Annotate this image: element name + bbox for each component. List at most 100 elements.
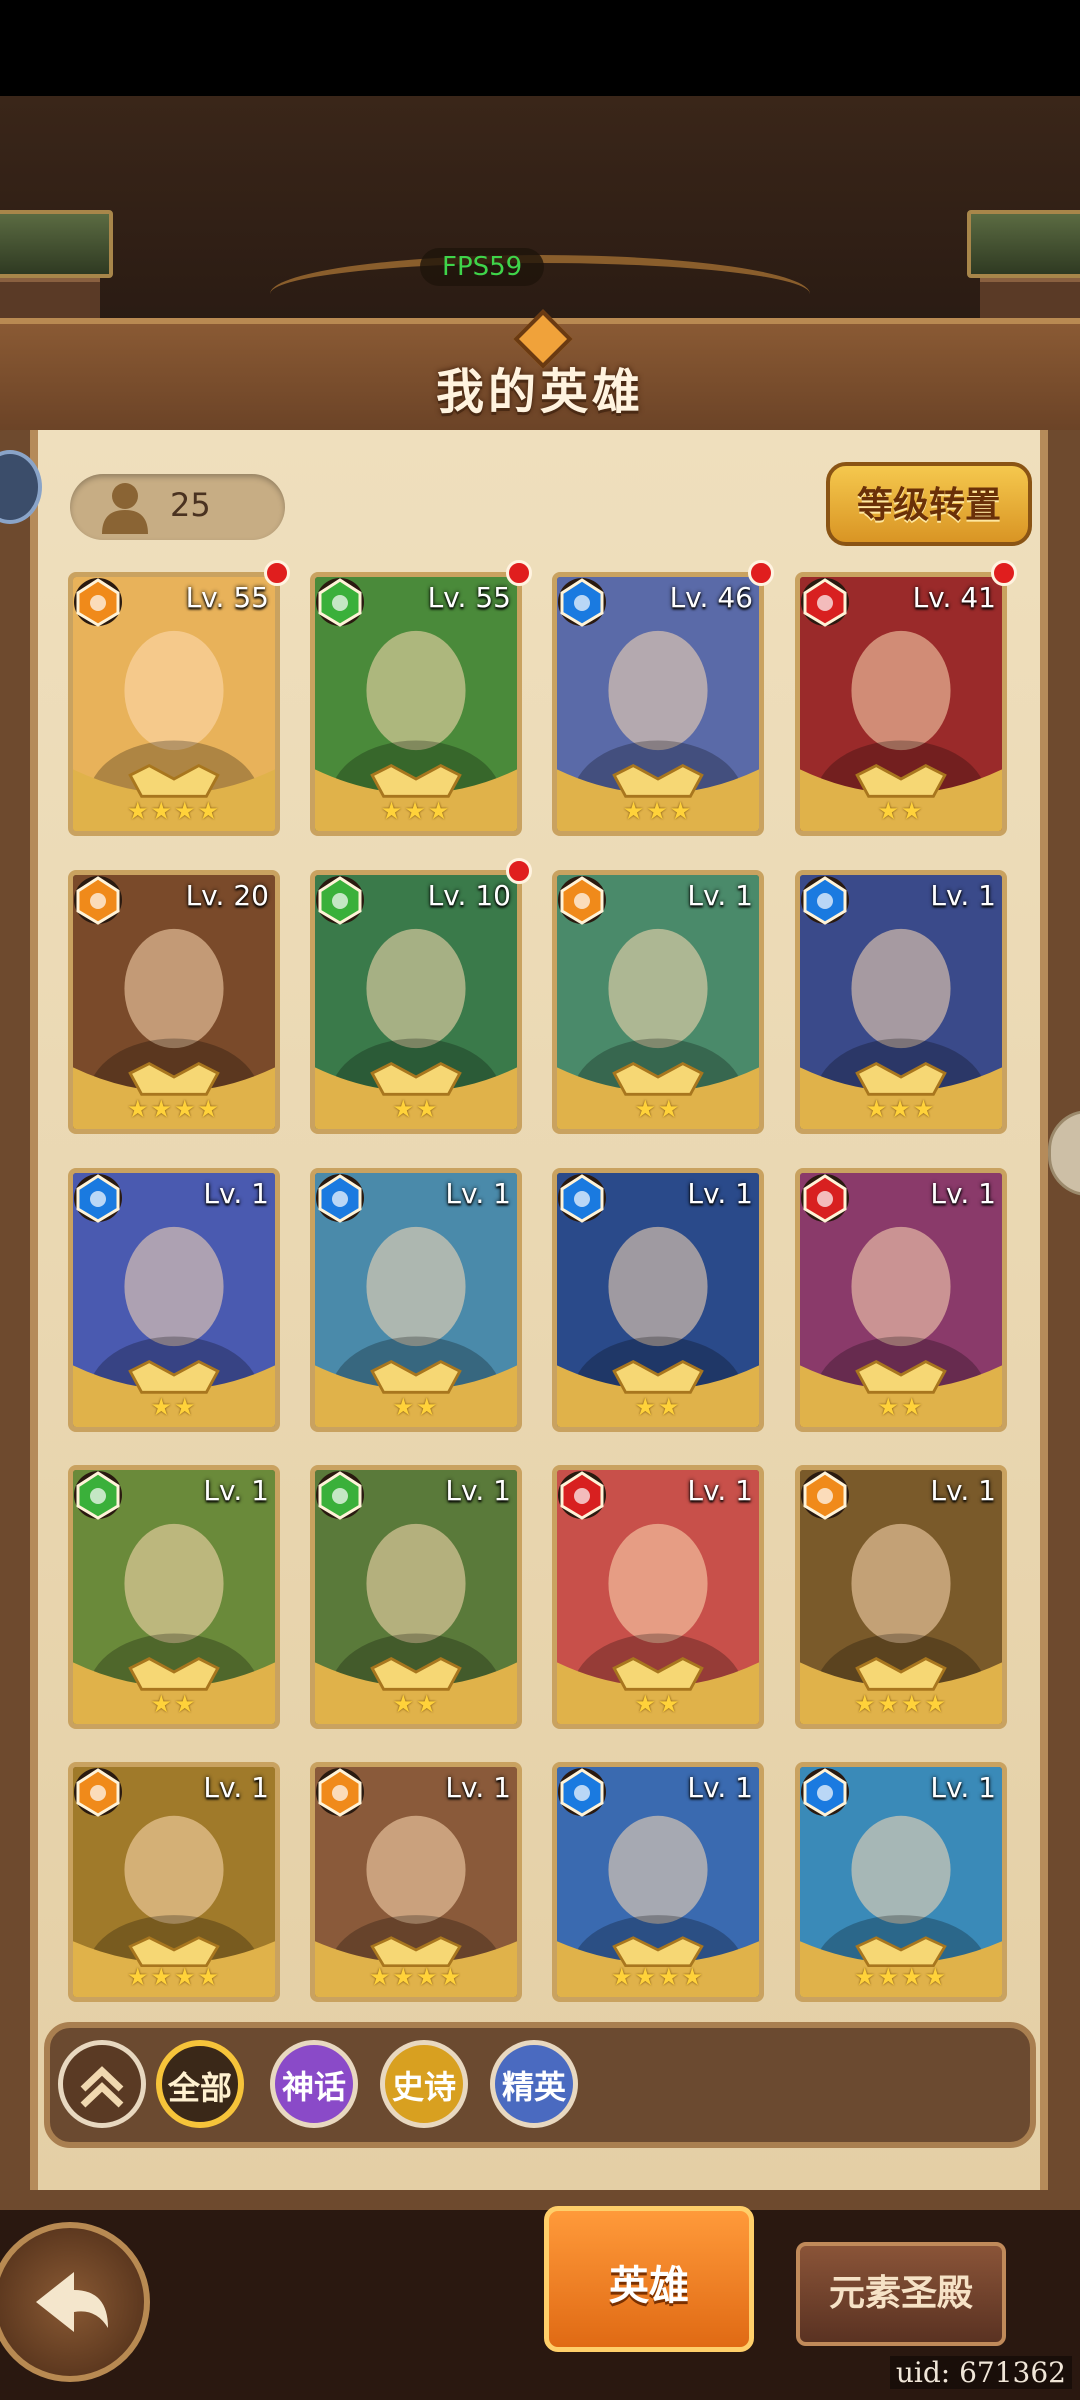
element-water-icon	[558, 1768, 606, 1817]
hero-level: Lv. 46	[669, 581, 753, 614]
hero-card[interactable]: Lv. 55 ★★★	[310, 572, 522, 836]
hero-card[interactable]: Lv. 46 ★★★	[552, 572, 764, 836]
element-nature-icon	[74, 1471, 122, 1520]
element-light-icon	[74, 876, 122, 925]
hero-card[interactable]: Lv. 55 ★★★★	[68, 572, 280, 836]
hero-count: 25	[170, 486, 211, 524]
element-nature-icon	[316, 876, 364, 925]
filter-elite-button[interactable]: 精英	[490, 2040, 578, 2128]
notification-dot	[506, 858, 532, 884]
tab-heroes[interactable]: 英雄	[544, 2206, 754, 2352]
hero-stars: ★★	[634, 1690, 682, 1718]
hero-stars: ★★	[634, 1095, 682, 1123]
hero-stars: ★★★	[622, 797, 694, 825]
hero-card[interactable]: Lv. 1 ★★	[68, 1168, 280, 1432]
element-nature-icon	[316, 578, 364, 627]
hero-card[interactable]: Lv. 1 ★★	[310, 1168, 522, 1432]
element-water-icon	[801, 1768, 849, 1817]
element-water-icon	[316, 1174, 364, 1223]
element-fire-icon	[801, 578, 849, 627]
left-pillar-decoration	[0, 210, 113, 278]
element-light-icon	[74, 578, 122, 627]
notification-dot	[991, 560, 1017, 586]
hero-stars: ★★★★	[126, 1095, 222, 1123]
notification-dot	[748, 560, 774, 586]
element-fire-icon	[801, 1174, 849, 1223]
hero-card[interactable]: Lv. 20 ★★★★	[68, 870, 280, 1134]
filter-all-button[interactable]: 全部	[156, 2040, 244, 2128]
hero-stars: ★★	[392, 1095, 440, 1123]
element-fire-icon	[558, 1471, 606, 1520]
element-light-icon	[558, 876, 606, 925]
notification-dot	[506, 560, 532, 586]
hero-level: Lv. 1	[687, 1474, 753, 1507]
element-water-icon	[558, 578, 606, 627]
hero-stars: ★★	[150, 1690, 198, 1718]
hero-stars: ★★★	[380, 797, 452, 825]
element-water-icon	[801, 876, 849, 925]
user-id: uid: 671362	[889, 2356, 1072, 2389]
hero-card[interactable]: Lv. 1 ★★	[552, 870, 764, 1134]
element-water-icon	[558, 1174, 606, 1223]
hero-stars: ★★	[392, 1393, 440, 1421]
hero-card[interactable]: Lv. 41 ★★	[795, 572, 1007, 836]
hero-level: Lv. 20	[185, 879, 269, 912]
element-light-icon	[801, 1471, 849, 1520]
hero-stars: ★★★★	[853, 1963, 949, 1991]
hero-level: Lv. 1	[445, 1474, 511, 1507]
hero-stars: ★★★★	[126, 1963, 222, 1991]
hero-level: Lv. 1	[445, 1771, 511, 1804]
hero-card[interactable]: Lv. 1 ★★★	[795, 870, 1007, 1134]
hero-stars: ★★★★	[126, 797, 222, 825]
hero-level: Lv. 1	[930, 879, 996, 912]
hero-card[interactable]: Lv. 1 ★★	[68, 1465, 280, 1729]
status-bar	[0, 0, 1080, 96]
hero-stars: ★★	[392, 1690, 440, 1718]
hero-level: Lv. 1	[687, 879, 753, 912]
hero-card[interactable]: Lv. 10 ★★	[310, 870, 522, 1134]
hero-card[interactable]: Lv. 1 ★★	[310, 1465, 522, 1729]
hero-card[interactable]: Lv. 1 ★★★★	[310, 1762, 522, 2002]
hero-level: Lv. 1	[930, 1771, 996, 1804]
hero-stars: ★★★★	[368, 1963, 464, 1991]
filter-epic-button[interactable]: 史诗	[380, 2040, 468, 2128]
element-nature-icon	[316, 1471, 364, 1520]
hero-card[interactable]: Lv. 1 ★★	[795, 1168, 1007, 1432]
element-light-icon	[316, 1768, 364, 1817]
hero-level: Lv. 1	[203, 1771, 269, 1804]
hero-level: Lv. 55	[185, 581, 269, 614]
hero-stars: ★★★★	[610, 1963, 706, 1991]
level-reset-button[interactable]: 等级转置	[826, 462, 1032, 546]
hero-level: Lv. 55	[427, 581, 511, 614]
hero-card[interactable]: Lv. 1 ★★★★	[795, 1762, 1007, 2002]
hero-card[interactable]: Lv. 1 ★★★★	[552, 1762, 764, 2002]
hero-card[interactable]: Lv. 1 ★★★★	[68, 1762, 280, 2002]
hero-level: Lv. 1	[930, 1177, 996, 1210]
right-pillar-decoration	[967, 210, 1080, 278]
notification-dot	[264, 560, 290, 586]
hero-level: Lv. 1	[687, 1177, 753, 1210]
hero-card[interactable]: Lv. 1 ★★	[552, 1168, 764, 1432]
filter-mythic-button[interactable]: 神话	[270, 2040, 358, 2128]
hero-card[interactable]: Lv. 1 ★★	[552, 1465, 764, 1729]
hero-level: Lv. 41	[912, 581, 996, 614]
hero-stars: ★★	[634, 1393, 682, 1421]
person-icon	[102, 483, 148, 534]
hero-level: Lv. 1	[203, 1474, 269, 1507]
collapse-filter-button[interactable]	[58, 2040, 146, 2128]
hero-stars: ★★	[877, 1393, 925, 1421]
back-arrow-icon	[36, 2272, 108, 2332]
hero-level: Lv. 1	[445, 1177, 511, 1210]
page-title: 我的英雄	[435, 364, 644, 420]
back-button[interactable]	[0, 2222, 150, 2382]
hero-stars: ★★	[877, 797, 925, 825]
hero-card[interactable]: Lv. 1 ★★★★	[795, 1465, 1007, 1729]
element-water-icon	[74, 1174, 122, 1223]
hero-stars: ★★★	[865, 1095, 937, 1123]
hero-stars: ★★	[150, 1393, 198, 1421]
tab-element-temple[interactable]: 元素圣殿	[796, 2242, 1006, 2346]
hero-stars: ★★★★	[853, 1690, 949, 1718]
fps-counter: FPS59	[420, 248, 545, 286]
hero-level: Lv. 1	[203, 1177, 269, 1210]
double-chevron-up-icon	[80, 2066, 124, 2108]
